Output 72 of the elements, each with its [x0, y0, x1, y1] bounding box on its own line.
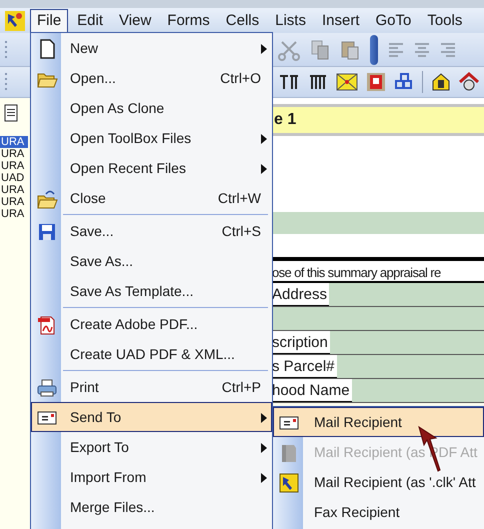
- toolbar-end-bar: [370, 34, 378, 64]
- menu-item[interactable]: Edit: [70, 8, 110, 32]
- section-heading: ose of this summary appraisal re: [272, 265, 441, 281]
- folder-icon: [36, 188, 58, 210]
- menu-item[interactable]: Close Ctrl+W: [31, 183, 272, 213]
- toolbar-grip-icon[interactable]: [4, 38, 8, 60]
- menu-item[interactable]: Forms: [160, 8, 217, 32]
- menu-item[interactable]: Save As...: [31, 246, 272, 276]
- document-icon[interactable]: [4, 104, 18, 122]
- field-label: hood Name: [272, 381, 352, 402]
- field-label: Address: [272, 285, 330, 306]
- menu-item[interactable]: View: [112, 8, 158, 32]
- menu-item[interactable]: Create Adobe PDF...: [31, 309, 272, 339]
- report-icon[interactable]: [366, 72, 386, 92]
- form-list-item[interactable]: URA: [0, 196, 28, 208]
- form-list-item[interactable]: URA: [0, 136, 28, 148]
- menu-item[interactable]: GoTo: [368, 8, 418, 32]
- input-field[interactable]: [329, 283, 484, 306]
- form-list-item[interactable]: URA: [0, 208, 28, 220]
- menu-item[interactable]: Insert: [314, 8, 366, 32]
- menu-item[interactable]: Open ToolBox Files: [31, 123, 272, 153]
- form-list-item[interactable]: URA: [0, 184, 28, 196]
- document-pointer-icon: [278, 472, 300, 494]
- menu-item[interactable]: Cells: [218, 8, 266, 32]
- house-dollar-icon[interactable]: [431, 72, 451, 92]
- submenu-arrow-icon: [261, 443, 267, 453]
- submenu-arrow-icon: [261, 413, 267, 423]
- menu-item[interactable]: Open As Clone: [31, 93, 272, 123]
- grid-icon[interactable]: [308, 72, 328, 92]
- submenu-arrow-icon: [261, 473, 267, 483]
- align-center-icon[interactable]: [414, 40, 430, 58]
- submenu-arrow-icon: [261, 164, 267, 174]
- toolbar-grip-icon[interactable]: [4, 71, 8, 93]
- input-field[interactable]: [330, 331, 484, 354]
- copy-icon[interactable]: [310, 38, 330, 60]
- menu-item[interactable]: Tools: [420, 8, 470, 32]
- house-icon[interactable]: [459, 72, 479, 92]
- menu-item[interactable]: File: [30, 8, 68, 32]
- menu-item[interactable]: Save... Ctrl+S: [31, 216, 272, 246]
- submenu-arrow-icon: [261, 134, 267, 144]
- form-list-item[interactable]: URA: [0, 160, 28, 172]
- input-field[interactable]: [336, 355, 484, 378]
- menu-item[interactable]: Mail Recipient: [273, 407, 484, 437]
- page-title: e 1: [273, 110, 296, 130]
- align-left-icon[interactable]: [388, 40, 404, 58]
- align-right-icon[interactable]: [440, 40, 456, 58]
- menu-item[interactable]: Merge Files...: [31, 492, 272, 522]
- field-label: scription: [272, 333, 330, 354]
- menu-item[interactable]: Export To: [31, 432, 272, 462]
- menu-item[interactable]: Fax Recipient: [273, 497, 484, 527]
- paste-icon[interactable]: [340, 38, 360, 60]
- menu-item[interactable]: Mail Recipient (as '.clk' Att: [273, 467, 484, 497]
- menu-item[interactable]: Lists: [268, 8, 313, 32]
- form-list-item[interactable]: URA: [0, 148, 28, 160]
- input-field[interactable]: [352, 379, 484, 402]
- menu-item[interactable]: Open... Ctrl+O: [31, 63, 272, 93]
- dollar-columns-icon[interactable]: [278, 72, 300, 92]
- submenu-arrow-icon: [261, 44, 267, 54]
- app-icon[interactable]: [4, 10, 26, 32]
- scissors-icon[interactable]: [278, 38, 300, 60]
- menu-item[interactable]: Create UAD PDF & XML...: [31, 339, 272, 369]
- menu-item[interactable]: Save As Template...: [31, 276, 272, 306]
- field-label: s Parcel#: [272, 357, 337, 378]
- squares-icon[interactable]: [394, 72, 414, 92]
- menu-item[interactable]: Import From: [31, 462, 272, 492]
- form-list-item[interactable]: UAD: [0, 172, 28, 184]
- envelope-icon[interactable]: [336, 72, 358, 92]
- printer-icon: [36, 377, 58, 399]
- input-field[interactable]: [272, 307, 484, 331]
- menu-item[interactable]: Print Ctrl+P: [31, 372, 272, 402]
- menu-item[interactable]: Send To: [31, 402, 272, 432]
- menu-item[interactable]: Open Recent Files: [31, 153, 272, 183]
